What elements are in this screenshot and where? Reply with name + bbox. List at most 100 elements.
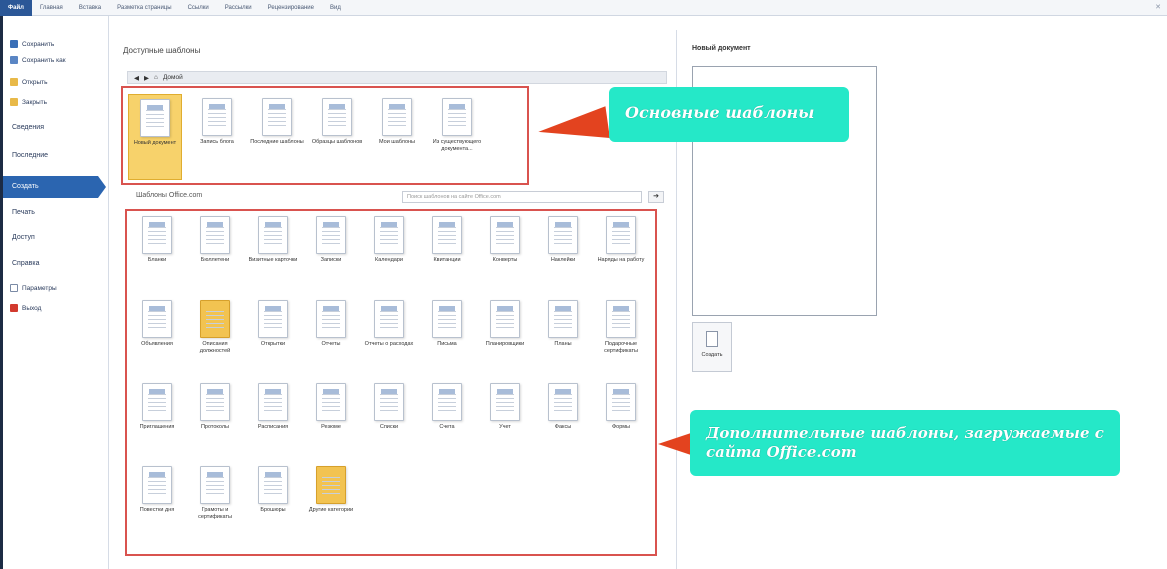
template-label: Бюллетени	[200, 257, 230, 263]
online-template-tile[interactable]: Грамоты и сертификаты	[188, 466, 242, 521]
online-template-tile[interactable]: Бланки	[130, 216, 184, 264]
online-template-tile[interactable]: Конверты	[478, 216, 532, 264]
basic-template-tile[interactable]: Из существующего документа...	[430, 94, 484, 180]
tab-review[interactable]: Рецензирование	[260, 0, 322, 16]
online-template-tile[interactable]: Календари	[362, 216, 416, 264]
tab-mailings[interactable]: Рассылки	[217, 0, 260, 16]
home-link[interactable]: Домой	[163, 74, 183, 81]
online-template-tile[interactable]: Приглашения	[130, 383, 184, 431]
online-template-tile[interactable]: Планы	[536, 300, 590, 348]
template-doc-icon	[432, 383, 462, 421]
online-template-tile[interactable]: Квитанции	[420, 216, 474, 264]
nav-info[interactable]: Сведения	[12, 124, 44, 131]
online-template-tile[interactable]: Списки	[362, 383, 416, 431]
nav-share[interactable]: Доступ	[12, 234, 35, 241]
basic-template-tile[interactable]: Новый документ	[128, 94, 182, 180]
clock-icon	[262, 98, 292, 136]
online-template-tile[interactable]: Бюллетени	[188, 216, 242, 264]
online-template-tile[interactable]: Письма	[420, 300, 474, 348]
template-search-input[interactable]: Поиск шаблонов на сайте Office.com	[402, 191, 642, 203]
template-label: Открытки	[260, 341, 286, 347]
online-template-tile[interactable]: Планировщики	[478, 300, 532, 348]
nav-close-label: Закрыть	[22, 98, 48, 106]
basic-template-tile[interactable]: Запись блога	[190, 94, 244, 180]
online-template-tile[interactable]: Факсы	[536, 383, 590, 431]
nav-recent[interactable]: Последние	[12, 152, 48, 159]
online-template-tile[interactable]: Резюме	[304, 383, 358, 431]
template-label: Планы	[554, 341, 572, 347]
template-doc-icon	[258, 383, 288, 421]
nav-options-label: Параметры	[22, 284, 57, 292]
nav-exit[interactable]: Выход	[10, 304, 41, 312]
nav-save[interactable]: Сохранить	[10, 40, 54, 48]
tab-references[interactable]: Ссылки	[180, 0, 217, 16]
online-template-tile[interactable]: Наклейки	[536, 216, 590, 264]
forward-icon[interactable]: ▶	[144, 74, 149, 82]
save-icon	[10, 40, 18, 48]
blank-doc-icon	[140, 99, 170, 137]
online-template-tile[interactable]: Отчеты	[304, 300, 358, 348]
folder-icon	[316, 466, 346, 504]
nav-options[interactable]: Параметры	[10, 284, 57, 292]
online-template-tile[interactable]: Брошюры	[246, 466, 300, 514]
tab-home[interactable]: Главная	[32, 0, 71, 16]
online-template-tile[interactable]: Учет	[478, 383, 532, 431]
home-icon[interactable]: ⌂	[154, 74, 158, 81]
template-navbar: ◀ ▶ ⌂ Домой	[127, 71, 667, 84]
online-template-tile[interactable]: Расписания	[246, 383, 300, 431]
template-label: Другие категории	[308, 507, 354, 513]
save-as-icon	[10, 56, 18, 64]
basic-template-tile[interactable]: Последние шаблоны	[250, 94, 304, 180]
template-label: Визитные карточки	[248, 257, 298, 263]
template-label: Отчеты о расходах	[364, 341, 414, 347]
online-template-tile[interactable]: Описания должностей	[188, 300, 242, 355]
template-label: Грамоты и сертификаты	[198, 507, 232, 520]
online-template-tile[interactable]: Отчеты о расходах	[362, 300, 416, 348]
template-doc-icon	[606, 216, 636, 254]
template-doc-icon	[490, 383, 520, 421]
ribbon-collapse-icon[interactable]: ✕	[1155, 3, 1161, 11]
create-button[interactable]: Создать	[692, 322, 732, 372]
online-template-tile[interactable]: Объявления	[130, 300, 184, 348]
nav-close[interactable]: Закрыть	[10, 98, 47, 106]
online-template-tile[interactable]: Открытки	[246, 300, 300, 348]
callout-basic: Основные шаблоны	[609, 87, 849, 142]
template-label: Мои шаблоны	[379, 139, 415, 145]
template-label: Подарочные сертификаты	[604, 341, 638, 354]
nav-save-as[interactable]: Сохранить как	[10, 56, 66, 64]
nav-help[interactable]: Справка	[12, 260, 39, 267]
template-label: Объявления	[141, 341, 173, 347]
template-label: Календари	[375, 257, 403, 263]
online-template-tile[interactable]: Формы	[594, 383, 648, 431]
online-template-tile[interactable]: Записки	[304, 216, 358, 264]
nav-open[interactable]: Открыть	[10, 78, 48, 86]
basic-template-tile[interactable]: Образцы шаблонов	[310, 94, 364, 180]
template-label: Факсы	[554, 424, 572, 430]
close-folder-icon	[10, 98, 18, 106]
online-templates-title: Шаблоны Office.com	[136, 192, 203, 199]
template-label: Отчеты	[321, 341, 341, 347]
template-doc-icon	[548, 216, 578, 254]
template-doc-icon	[142, 383, 172, 421]
back-icon[interactable]: ◀	[134, 74, 139, 82]
tab-page-layout[interactable]: Разметка страницы	[109, 0, 179, 16]
tab-insert[interactable]: Вставка	[71, 0, 109, 16]
tab-view[interactable]: Вид	[322, 0, 349, 16]
basic-template-tile[interactable]: Мои шаблоны	[370, 94, 424, 180]
nav-print[interactable]: Печать	[12, 209, 35, 216]
template-doc-icon	[374, 216, 404, 254]
online-template-tile[interactable]: Наряды на работу	[594, 216, 648, 264]
online-template-tile[interactable]: Другие категории	[304, 466, 358, 514]
online-template-tile[interactable]: Повестки дня	[130, 466, 184, 514]
nav-create[interactable]: Создать	[0, 176, 106, 198]
online-template-tile[interactable]: Подарочные сертификаты	[594, 300, 648, 355]
online-template-tile[interactable]: Визитные карточки	[246, 216, 300, 264]
online-template-tile[interactable]: Протоколы	[188, 383, 242, 431]
template-label: Списки	[379, 424, 399, 430]
template-label: Приглашения	[139, 424, 175, 430]
online-template-tile[interactable]: Счета	[420, 383, 474, 431]
tab-file[interactable]: Файл	[0, 0, 32, 16]
existing-doc-icon	[442, 98, 472, 136]
options-icon	[10, 284, 18, 292]
search-go-button[interactable]: ➔	[648, 191, 664, 203]
